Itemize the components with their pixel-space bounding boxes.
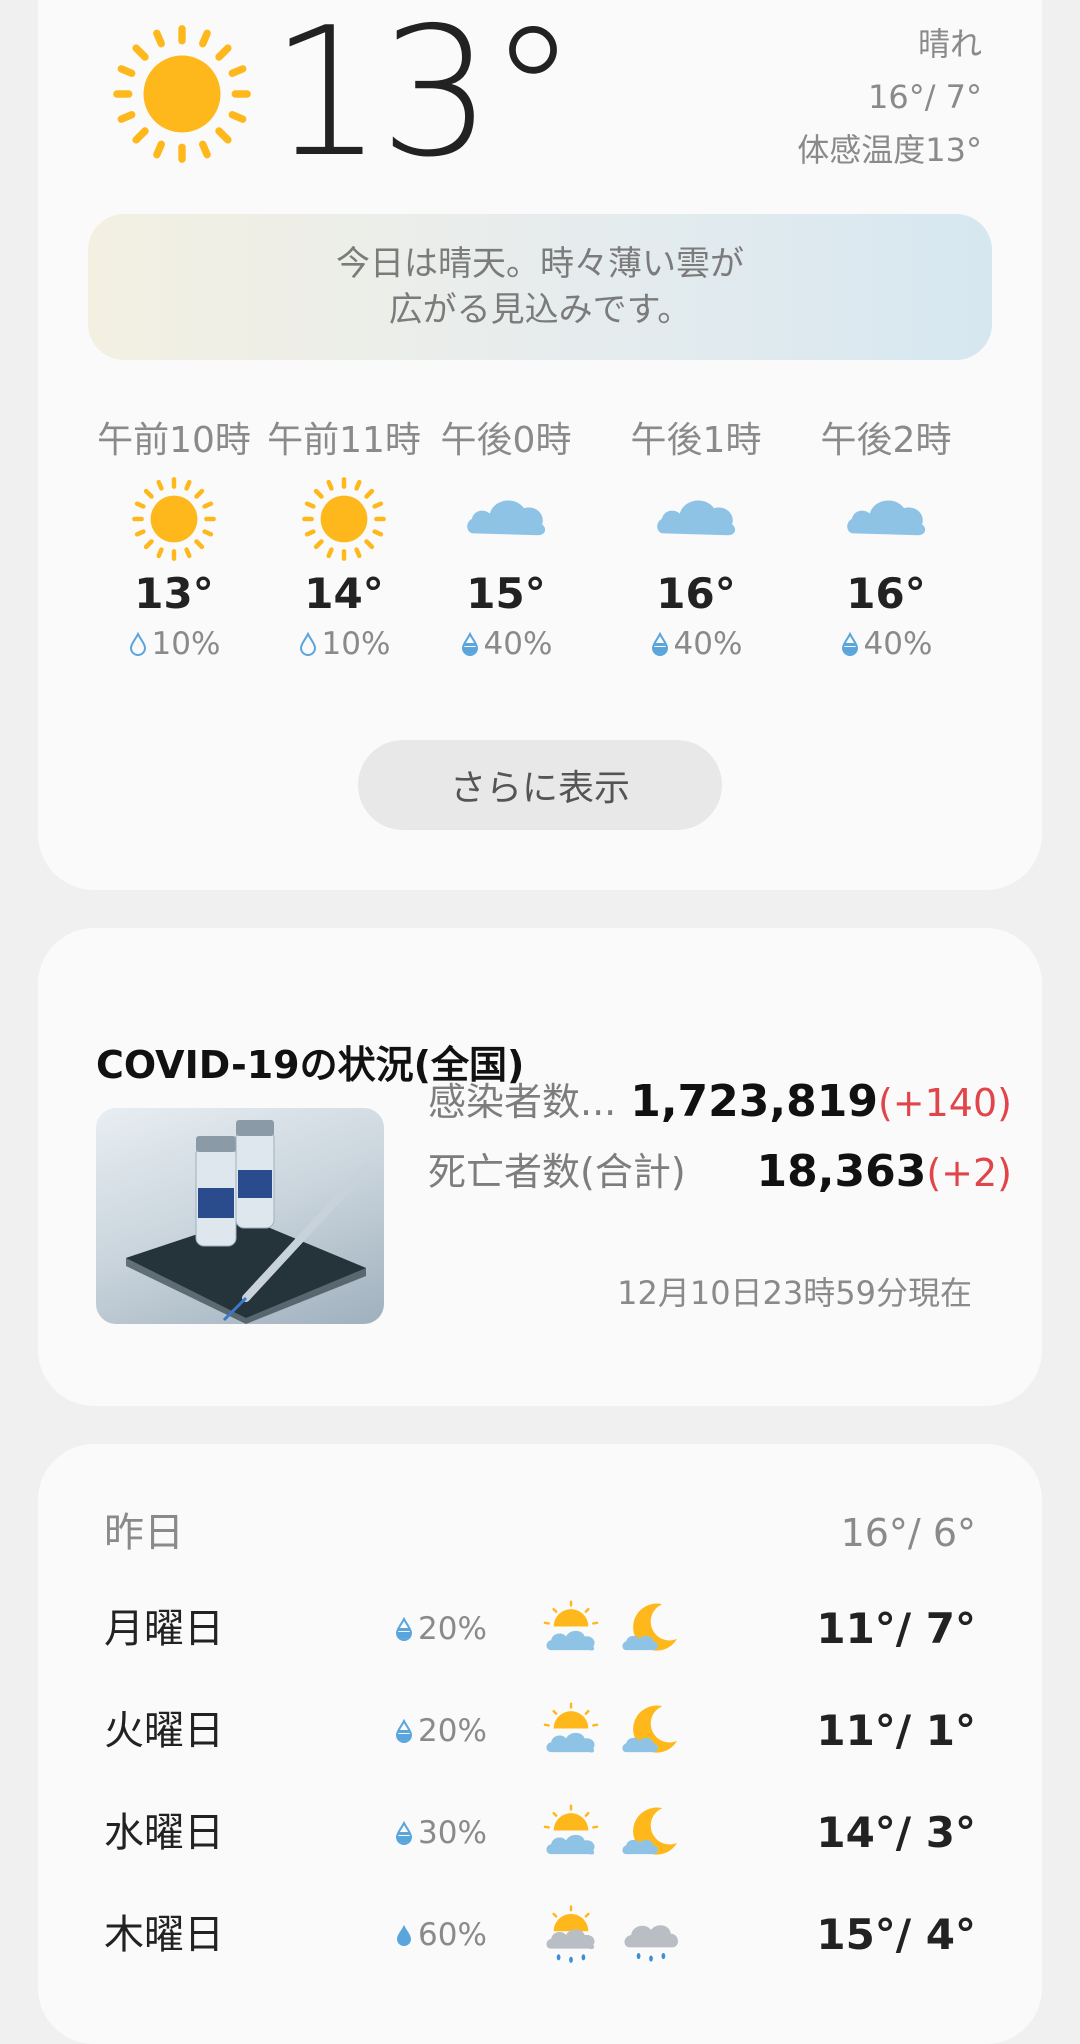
infected-stat: 感染者数... 1,723,819(+140): [428, 1072, 1012, 1132]
hour-rain: 40%: [800, 622, 972, 656]
partly-sunny-icon: [540, 1700, 602, 1762]
partly-sunny-icon: [540, 1598, 602, 1660]
cloud-icon: [461, 474, 551, 564]
rain-percent: 40%: [673, 626, 743, 656]
rain-percent: 10%: [321, 626, 391, 656]
raindrop-half-icon: [394, 1719, 414, 1743]
sun-icon: [299, 474, 389, 564]
condition-text: 晴れ: [917, 25, 982, 63]
sun-shower-icon: [540, 1904, 602, 1966]
yesterday-temp: 16°/ 6°: [840, 1511, 976, 1555]
hour-temp: 16°: [656, 569, 736, 618]
raindrop-outline-icon: [298, 632, 318, 656]
rain-percent: 40%: [863, 626, 933, 656]
hour-temp: 16°: [846, 569, 926, 618]
rain-percent: 20%: [418, 1713, 487, 1749]
raindrop-full-icon: [394, 1923, 414, 1947]
infected-value-group: 1,723,819(+140): [630, 1072, 1012, 1141]
current-conditions: 晴れ 16°/ 7° 体感温度13°: [797, 18, 982, 177]
deaths-stat: 死亡者数(合計) 18,363(+2): [428, 1142, 1012, 1202]
hour-label: 午前10時: [97, 420, 251, 461]
raindrop-outline-icon: [128, 632, 148, 656]
cloudy-night-icon: [620, 1802, 682, 1864]
cloudy-night-icon: [620, 1598, 682, 1660]
covid-timestamp: 12月10日23時59分現在: [617, 1274, 972, 1312]
yesterday-label: 昨日: [104, 1510, 184, 1556]
deaths-delta: (+2): [926, 1151, 1012, 1195]
daily-row[interactable]: 火曜日 20% 11°/ 1°: [38, 1686, 1042, 1776]
vaccine-image: [96, 1108, 384, 1324]
raindrop-half-icon: [460, 632, 480, 656]
feels-like-temp: 体感温度13°: [797, 131, 982, 169]
current-weather-card: 13° 晴れ 16°/ 7° 体感温度13° 今日は晴天。時々薄い雲が 広がる見…: [38, 0, 1042, 890]
hour-temp: 13°: [134, 569, 214, 618]
hourly-item: 午前11時 14° 10%: [258, 416, 430, 656]
daily-row[interactable]: 木曜日 60% 15°/ 4°: [38, 1890, 1042, 1980]
deaths-value: 18,363: [756, 1146, 927, 1197]
hour-rain: 40%: [420, 622, 592, 656]
hour-temp: 14°: [304, 569, 384, 618]
partly-sunny-icon: [540, 1802, 602, 1864]
hour-temp: 15°: [466, 569, 546, 618]
hourly-item: 午前10時 13° 10%: [88, 416, 260, 656]
hour-label: 午前11時: [267, 420, 421, 461]
day-label: 月曜日: [104, 1606, 224, 1652]
rain-percent: 60%: [418, 1917, 487, 1953]
cloud-icon: [651, 474, 741, 564]
rain-icon: [620, 1904, 682, 1966]
raindrop-half-icon: [840, 632, 860, 656]
daily-row[interactable]: 月曜日 20% 11°/ 7°: [38, 1584, 1042, 1674]
hour-label: 午後1時: [630, 420, 762, 461]
cloudy-night-icon: [620, 1700, 682, 1762]
yesterday-row: 昨日 16°/ 6°: [38, 1488, 1042, 1578]
day-label: 木曜日: [104, 1912, 224, 1958]
day-rain: 20%: [394, 1686, 487, 1776]
summary-line: 今日は晴天。時々薄い雲が: [336, 244, 744, 284]
cloud-icon: [841, 474, 931, 564]
day-temp: 11°/ 7°: [816, 1604, 976, 1653]
deaths-label: 死亡者数(合計): [428, 1150, 686, 1194]
day-temp: 15°/ 4°: [816, 1910, 976, 1959]
hourly-forecast[interactable]: 午前10時 13° 10% 午前11時 14° 10% 午後0時 15° 40%…: [88, 416, 992, 656]
hour-rain: 40%: [610, 622, 782, 656]
day-temp: 14°/ 3°: [816, 1808, 976, 1857]
rain-percent: 40%: [483, 626, 553, 656]
hour-rain: 10%: [258, 622, 430, 656]
infected-delta: (+140): [877, 1081, 1012, 1125]
deaths-value-group: 18,363(+2): [757, 1142, 1012, 1211]
hourly-item: 午後1時 16° 40%: [610, 416, 782, 656]
rain-percent: 10%: [151, 626, 221, 656]
raindrop-half-icon: [394, 1821, 414, 1845]
weather-summary: 今日は晴天。時々薄い雲が 広がる見込みです。: [88, 214, 992, 360]
hourly-item: 午後0時 15° 40%: [420, 416, 592, 656]
covid-card[interactable]: COVID-19の状況(全国) 感染者数... 1,723,819(+140) …: [38, 928, 1042, 1406]
sun-icon: [108, 20, 256, 168]
raindrop-half-icon: [394, 1617, 414, 1641]
high-low-temp: 16°/ 7°: [867, 78, 982, 116]
raindrop-half-icon: [650, 632, 670, 656]
hourly-item: 午後2時 16° 40%: [800, 416, 972, 656]
daily-row[interactable]: 水曜日 30% 14°/ 3°: [38, 1788, 1042, 1878]
daily-forecast-card: 昨日 16°/ 6° 月曜日 20% 11°/ 7° 火曜日 20% 11°/ …: [38, 1444, 1042, 2044]
rain-percent: 30%: [418, 1815, 487, 1851]
day-rain: 30%: [394, 1788, 487, 1878]
hour-rain: 10%: [88, 622, 260, 656]
rain-percent: 20%: [418, 1611, 487, 1647]
infected-label: 感染者数...: [428, 1080, 617, 1124]
day-rain: 20%: [394, 1584, 487, 1674]
day-label: 水曜日: [104, 1810, 224, 1856]
sun-icon: [129, 474, 219, 564]
infected-value: 1,723,819: [630, 1076, 878, 1127]
day-label: 火曜日: [104, 1708, 224, 1754]
show-more-button[interactable]: さらに表示: [358, 740, 722, 830]
vaccine-illustration: [126, 1120, 370, 1324]
day-rain: 60%: [394, 1890, 487, 1980]
hour-label: 午後2時: [820, 420, 952, 461]
day-temp: 11°/ 1°: [816, 1706, 976, 1755]
hour-label: 午後0時: [440, 420, 572, 461]
current-temperature: 13°: [270, 0, 577, 196]
summary-line: 広がる見込みです。: [388, 290, 692, 330]
